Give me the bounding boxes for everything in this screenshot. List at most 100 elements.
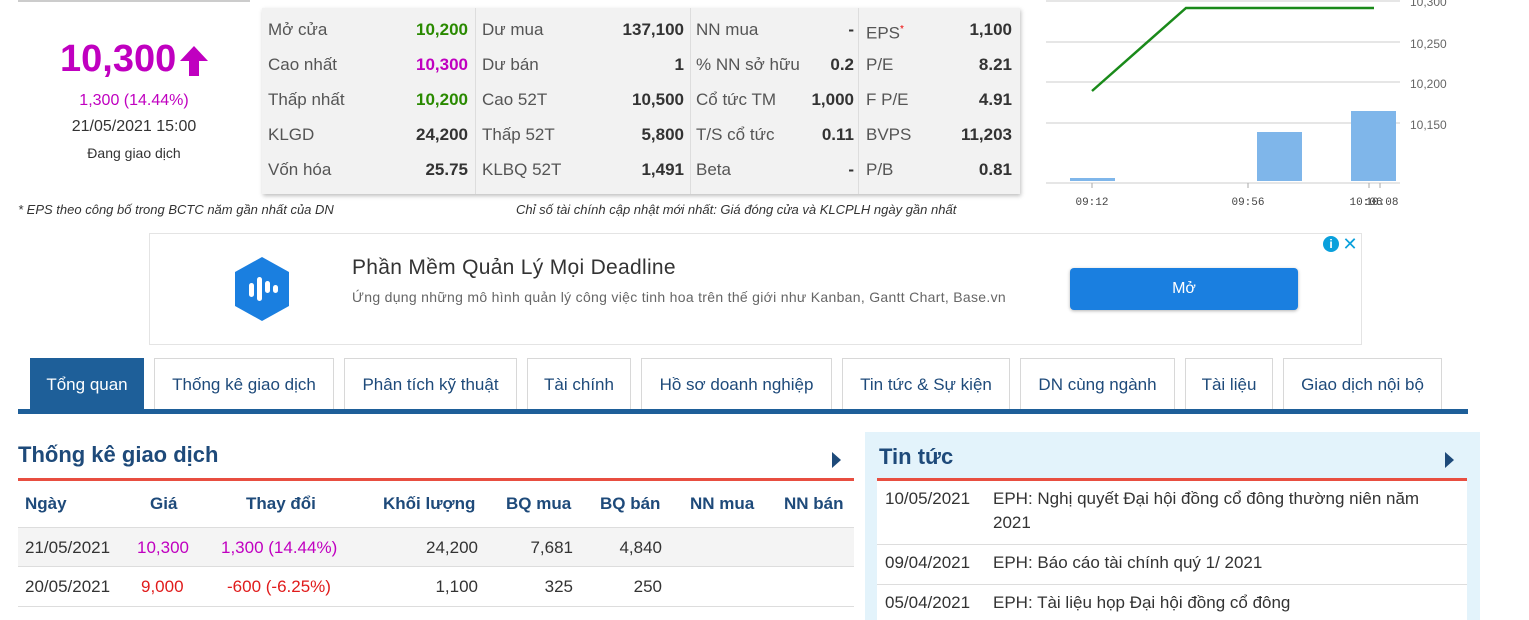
tab-finance[interactable]: Tài chính <box>527 358 631 409</box>
cell-volume: 1,100 <box>435 577 478 596</box>
stat-value: 10,200 <box>416 20 468 39</box>
stat-label: Thấp nhất <box>268 90 345 109</box>
news-headline[interactable]: EPH: Tài liệu họp Đại hội đồng cổ đông <box>993 591 1453 615</box>
news-date: 10/05/2021 <box>885 489 971 508</box>
stats-column-1: Mở cửa 10,200 Cao nhất 10,300 Thấp nhất 10,… <box>262 8 474 194</box>
stat-label: Vốn hóa <box>268 160 332 179</box>
stat-label: NN mua <box>696 20 759 39</box>
table-row: 21/05/2021 10,300 1,300 (14.44%) 24,200 … <box>18 527 854 567</box>
stat-row: F P/E 4.91 <box>860 82 1020 117</box>
stats-column-2: Dư mua 137,100 Dư bán 1 Cao 52T 10,500 Thấp… <box>476 8 690 194</box>
stat-row: Mở cửa 10,200 <box>262 12 474 47</box>
stat-label: Cao 52T <box>482 90 548 109</box>
tab-documents[interactable]: Tài liệu <box>1185 358 1273 409</box>
stat-row: KLBQ 52T 1,491 <box>476 152 690 187</box>
stat-value: 4.91 <box>978 90 1012 109</box>
stat-row: Cao 52T 10,500 <box>476 82 690 117</box>
cell-change: 1,300 (14.44%) <box>221 538 338 557</box>
y-tick-label: 10,150 <box>1410 118 1447 132</box>
stat-label: BVPS <box>866 125 912 144</box>
ad-open-button[interactable]: Mở <box>1070 268 1298 310</box>
stat-row: Cao nhất 10,300 <box>262 47 474 82</box>
ad-banner[interactable]: Phần Mềm Quản Lý Mọi Deadline Ứng dụng n… <box>149 233 1362 345</box>
cell-change: -600 (-6.25%) <box>227 577 331 596</box>
news-item[interactable]: 05/04/2021 EPH: Tài liệu họp Đại hội đồn… <box>877 585 1467 620</box>
stat-row: P/B 0.81 <box>860 152 1020 187</box>
stat-row: % NN sở hữu 0.2 <box>690 47 858 82</box>
stats-column-4: EPS* 1,100 P/E 8.21 F P/E 4.91 BVPS 11,203 P… <box>860 8 1020 194</box>
cell-bq-buy: 325 <box>544 577 573 596</box>
stat-label: % NN sở hữu <box>696 55 800 74</box>
column-header-bq-sell: BQ bán <box>600 494 661 513</box>
cell-price: 10,300 <box>137 538 189 557</box>
news-item[interactable]: 09/04/2021 EPH: Báo cáo tài chính quý 1/… <box>877 545 1467 585</box>
x-tick-label: 09:56 <box>1231 197 1264 209</box>
y-tick-label: 10,300 <box>1410 0 1447 9</box>
stat-value: 1 <box>674 55 684 74</box>
stat-value: 1,491 <box>641 160 684 179</box>
column-header-bq-buy: BQ mua <box>506 494 572 513</box>
column-header-foreign-buy: NN mua <box>690 494 755 513</box>
stat-row: Cổ tức TM 1,000 <box>690 82 858 117</box>
y-tick-label: 10,200 <box>1410 77 1447 91</box>
stat-label: EPS* <box>866 12 904 51</box>
stat-value: 10,200 <box>416 90 468 109</box>
cell-date: 20/05/2021 <box>25 577 111 596</box>
news-headline[interactable]: EPH: Báo cáo tài chính quý 1/ 2021 <box>993 551 1453 575</box>
stat-value: 0.11 <box>821 125 854 144</box>
tab-technical-analysis[interactable]: Phân tích kỹ thuật <box>344 358 517 409</box>
news-item[interactable]: 10/05/2021 EPH: Nghị quyết Đại hội đồng … <box>877 481 1467 545</box>
cell-bq-buy: 7,681 <box>530 538 573 557</box>
stat-value: 10,500 <box>632 90 684 109</box>
more-arrow-icon[interactable] <box>832 452 841 468</box>
tab-insider-trading[interactable]: Giao dịch nội bộ <box>1283 358 1442 409</box>
ad-close-icon[interactable]: ✕ <box>1341 235 1359 253</box>
trading-stats-title[interactable]: Thống kê giao dịch <box>18 442 218 468</box>
tab-same-industry[interactable]: DN cùng ngành <box>1020 358 1175 409</box>
stat-value: 11,203 <box>960 125 1012 144</box>
ad-info-icon[interactable]: i <box>1323 236 1339 252</box>
column-header-foreign-sell: NN bán <box>784 494 844 513</box>
stat-label: T/S cổ tức <box>696 125 775 144</box>
tabs-underline <box>18 409 1468 414</box>
stat-row: Vốn hóa 25.75 <box>262 152 474 187</box>
tab-company-profile[interactable]: Hồ sơ doanh nghiệp <box>641 358 832 409</box>
stat-row: KLGD 24,200 <box>262 117 474 152</box>
stat-value: 0.2 <box>830 55 854 74</box>
stat-row: Dư bán 1 <box>476 47 690 82</box>
trading-stats-panel: Thống kê giao dịch Ngày Giá Thay đổi Khố… <box>18 432 854 620</box>
stat-row: NN mua - <box>690 12 858 47</box>
x-tick-label: 09:12 <box>1075 197 1108 209</box>
tab-trading-stats[interactable]: Thống kê giao dịch <box>154 358 334 409</box>
intraday-mini-chart: 10,300 10,250 10,200 10,150 09:12 09:56 … <box>1046 0 1447 209</box>
x-tick-label: 10:08 <box>1365 197 1398 209</box>
stat-value: 24,200 <box>416 125 468 144</box>
up-arrow-icon <box>180 45 209 76</box>
stock-stats-panel: Mở cửa 10,200 Cao nhất 10,300 Thấp nhất 10,… <box>262 8 1020 194</box>
cell-date: 21/05/2021 <box>25 538 111 557</box>
stat-row: T/S cổ tức 0.11 <box>690 117 858 152</box>
stats-column-3: NN mua - % NN sở hữu 0.2 Cổ tức TM 1,000 T/… <box>690 8 858 194</box>
stat-label: KLBQ 52T <box>482 160 562 179</box>
ad-title[interactable]: Phần Mềm Quản Lý Mọi Deadline <box>352 256 676 280</box>
cell-bq-sell: 4,840 <box>619 538 662 557</box>
stat-value: 5,800 <box>641 125 684 144</box>
ad-description: Ứng dụng những mô hình quản lý công việc… <box>352 289 1006 305</box>
news-headline[interactable]: EPH: Nghị quyết Đại hội đồng cổ đông thư… <box>993 487 1453 535</box>
stat-row: Thấp nhất 10,200 <box>262 82 474 117</box>
app-logo-icon <box>235 257 289 321</box>
news-title[interactable]: Tin tức <box>879 444 953 470</box>
stat-label: Dư bán <box>482 55 539 74</box>
price-summary: 10,300 1,300 (14.44%) 21/05/2021 15:00 Đ… <box>18 0 250 190</box>
stat-row: BVPS 11,203 <box>860 117 1020 152</box>
stat-label: Mở cửa <box>268 20 328 39</box>
stat-row: Beta - <box>690 152 858 187</box>
tab-news-events[interactable]: Tin tức & Sự kiện <box>842 358 1010 409</box>
tab-overview[interactable]: Tổng quan <box>30 358 144 409</box>
column-header-date: Ngày <box>25 494 67 513</box>
stat-value: 1,000 <box>811 90 854 109</box>
more-arrow-icon[interactable] <box>1445 452 1454 468</box>
table-row: 20/05/2021 9,000 -600 (-6.25%) 1,100 325… <box>18 567 854 607</box>
cell-volume: 24,200 <box>426 538 478 557</box>
stat-label: Cổ tức TM <box>696 90 777 109</box>
